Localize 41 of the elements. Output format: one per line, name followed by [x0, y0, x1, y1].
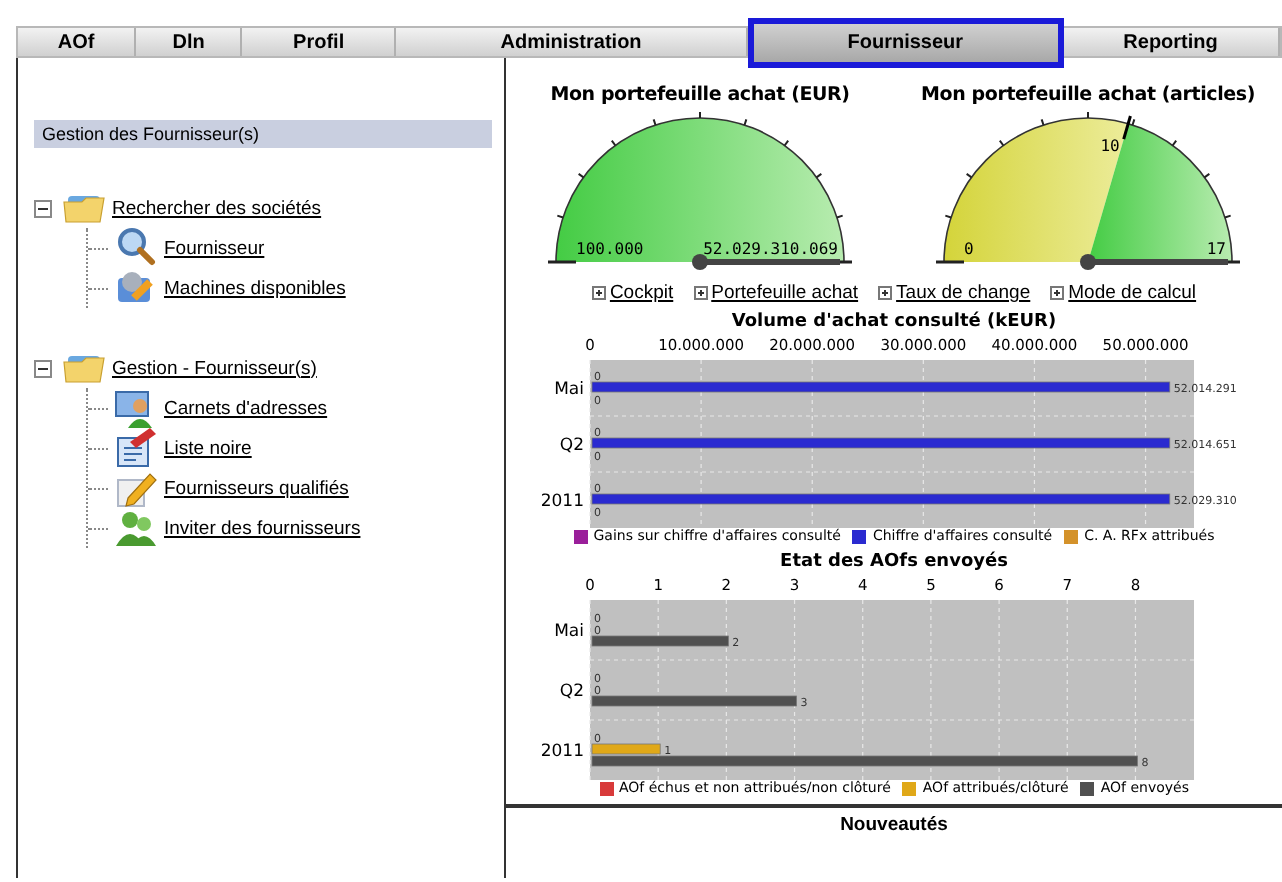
tab[interactable]: Fournisseur [747, 18, 1064, 68]
tree-link[interactable]: Fournisseur [164, 237, 265, 259]
tree-link[interactable]: Machines disponibles [164, 277, 346, 299]
tab[interactable]: Reporting [1063, 28, 1280, 56]
expand-icon [591, 286, 606, 300]
people-icon [114, 506, 158, 550]
link[interactable]: Taux de change [896, 282, 1031, 304]
panel-title: Gestion des Fournisseur(s) [34, 120, 492, 148]
tree-link[interactable]: Inviter des fournisseurs [164, 517, 361, 539]
collapse-icon[interactable] [34, 199, 52, 217]
chart-title: Volume d'achat consulté (kEUR) [731, 312, 1057, 332]
expand-icon [878, 286, 893, 300]
magnifier-icon [114, 226, 158, 270]
chart-title: Etat des AOfs envoyés [780, 552, 1008, 572]
gauge-drawing: 10 0 17 [918, 106, 1258, 278]
address-card-icon [114, 386, 158, 430]
category-label: Q2 [559, 436, 584, 456]
tab[interactable]: Dln [136, 28, 243, 56]
link[interactable]: Portefeuille achat [711, 282, 859, 304]
expand-icon [693, 286, 708, 300]
category-label: 2011 [540, 742, 584, 762]
tree-link[interactable]: Gestion - Fournisseur(s) [112, 357, 317, 379]
bar [591, 635, 729, 647]
tab[interactable]: AOf [18, 28, 137, 56]
gauge-title: Mon portefeuille achat (articles) [921, 84, 1255, 106]
link[interactable]: Mode de calcul [1068, 282, 1197, 304]
link[interactable]: Cockpit [609, 282, 674, 304]
category-label: Mai [554, 380, 584, 400]
collapse-icon[interactable] [34, 359, 52, 377]
tab[interactable]: Profil [242, 28, 397, 56]
tree-link[interactable]: Carnets d'adresses [164, 397, 328, 419]
category-label: Q2 [559, 682, 584, 702]
tree-link[interactable]: Rechercher des sociétés [112, 197, 322, 219]
expand-icon [1050, 286, 1065, 300]
category-label: Mai [554, 622, 584, 642]
gauge-title: Mon portefeuille achat (EUR) [550, 84, 850, 106]
list-pencil-icon [114, 426, 158, 470]
category-label: 2011 [540, 492, 584, 512]
section-title: Nouveautés [840, 814, 948, 836]
tree-link[interactable]: Liste noire [164, 437, 252, 459]
tree-link[interactable]: Fournisseurs qualifiés [164, 477, 349, 499]
